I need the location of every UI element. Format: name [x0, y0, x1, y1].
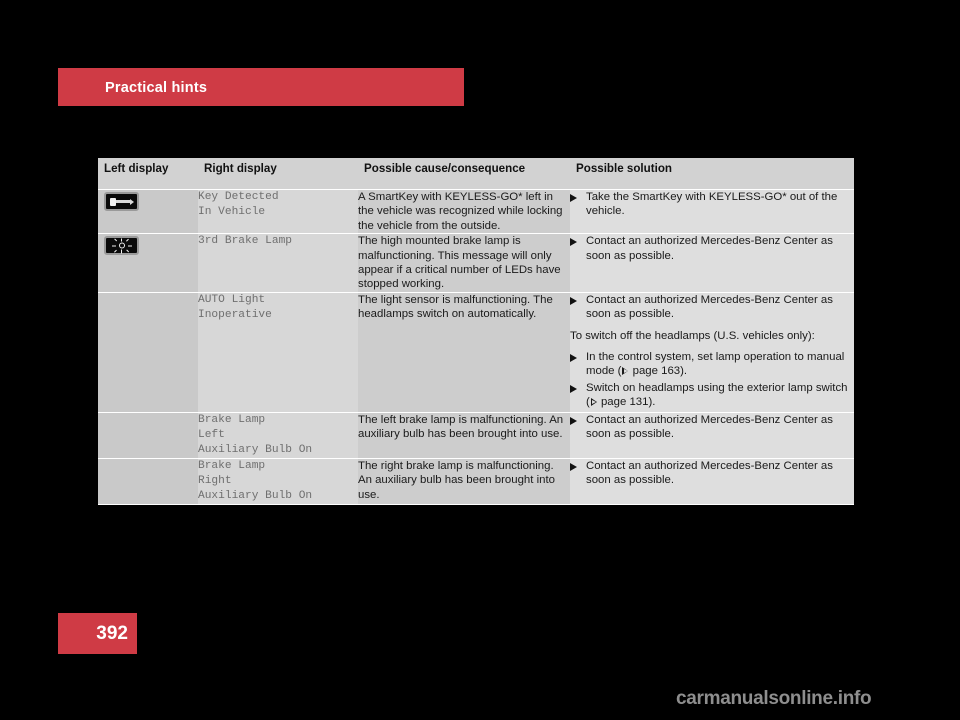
bullet-triangle-icon: [570, 413, 586, 425]
solution-text: Contact an authorized Mercedes-Benz Cent…: [586, 293, 833, 321]
cell-solution: Contact an authorized Mercedes-Benz Cent…: [570, 292, 854, 413]
solution-text: Take the SmartKey with KEYLESS-GO* out o…: [586, 191, 838, 218]
solution-bullet: In the control system, set lamp operatio…: [570, 350, 854, 379]
solution-text: In the control system, set lamp operatio…: [586, 350, 854, 379]
page-reference: page 163: [629, 365, 681, 378]
table-header-row: Left display Right display Possible caus…: [98, 158, 854, 190]
lamp-malfunction-icon: [104, 236, 139, 256]
key-in-vehicle-icon: [104, 192, 139, 211]
cell-left-display: [98, 292, 198, 413]
cell-right-display: Brake Lamp Left Auxiliary Bulb On: [198, 412, 358, 459]
cell-right-display: AUTO Light Inoperative: [198, 292, 358, 413]
bullet-triangle-icon: [570, 459, 586, 471]
cell-cause: The left brake lamp is malfunctioning. A…: [358, 412, 570, 459]
column-header-left-display: Left display: [98, 158, 198, 190]
display-message-text: 3rd Brake Lamp: [198, 235, 292, 248]
solution-text: Switch on headlamps using the exterior l…: [586, 381, 854, 410]
page-number: 392: [96, 622, 128, 644]
cell-solution: Contact an authorized Mercedes-Benz Cent…: [570, 458, 854, 505]
page-title: Practical hints: [105, 80, 208, 96]
watermark: carmanualsonline.info: [676, 688, 872, 709]
display-message-text: Brake Lamp Left Auxiliary Bulb On: [198, 413, 313, 456]
column-header-right-display: Right display: [198, 158, 358, 190]
table-row: AUTO Light Inoperative The light sensor …: [98, 292, 854, 413]
bullet-triangle-icon: [570, 293, 586, 305]
cell-solution: Contact an authorized Mercedes-Benz Cent…: [570, 233, 854, 293]
warning-messages-table-wrap: Left display Right display Possible caus…: [98, 158, 854, 505]
solution-bullet: Contact an authorized Mercedes-Benz Cent…: [570, 234, 854, 263]
solution-text: Contact an authorized Mercedes-Benz Cent…: [586, 413, 833, 441]
solution-bullet: Contact an authorized Mercedes-Benz Cent…: [570, 413, 854, 442]
bullet-triangle-icon: [570, 190, 586, 202]
table-row: 3rd Brake Lamp The high mounted brake la…: [98, 233, 854, 293]
table-row: Brake Lamp Right Auxiliary Bulb On The r…: [98, 458, 854, 505]
bullet-triangle-icon: [570, 234, 586, 247]
solution-text-after: ).: [648, 396, 656, 409]
cell-left-display: [98, 458, 198, 505]
solution-paragraph: To switch off the headlamps (U.S. vehicl…: [570, 329, 815, 342]
cell-cause: The light sensor is malfunctioning. The …: [358, 292, 570, 413]
cell-solution: Take the SmartKey with KEYLESS-GO* out o…: [570, 189, 854, 235]
solution-bullet: Contact an authorized Mercedes-Benz Cent…: [570, 459, 854, 488]
cell-right-display: Key Detected In Vehicle: [198, 189, 358, 235]
solution-bullet: Contact an authorized Mercedes-Benz Cent…: [570, 293, 854, 322]
cell-cause: A SmartKey with KEYLESS-GO* left in the …: [358, 189, 570, 235]
page-number-box: 392: [58, 613, 137, 654]
solution-bullet: Switch on headlamps using the exterior l…: [570, 381, 854, 410]
page-ref-triangle-icon: [622, 367, 629, 376]
cell-left-display: [98, 189, 198, 235]
display-message-text: Key Detected In Vehicle: [198, 191, 279, 218]
cell-solution: Contact an authorized Mercedes-Benz Cent…: [570, 412, 854, 459]
solution-text-after: ).: [680, 365, 688, 378]
solution-text: Contact an authorized Mercedes-Benz Cent…: [586, 459, 833, 487]
display-message-text: AUTO Light Inoperative: [198, 293, 272, 321]
page-ref-triangle-icon: [590, 398, 597, 407]
table-row: Brake Lamp Left Auxiliary Bulb On The le…: [98, 412, 854, 459]
cell-right-display: Brake Lamp Right Auxiliary Bulb On: [198, 458, 358, 505]
manual-page: Practical hints Left display Right displ…: [0, 0, 960, 720]
bullet-triangle-icon: [570, 350, 586, 363]
solution-text: Contact an authorized Mercedes-Benz Cent…: [586, 235, 833, 262]
table-row: Key Detected In Vehicle A SmartKey with …: [98, 189, 854, 235]
column-header-cause: Possible cause/consequence: [358, 158, 570, 190]
cell-right-display: 3rd Brake Lamp: [198, 233, 358, 293]
cell-cause: The high mounted brake lamp is malfuncti…: [358, 233, 570, 293]
solution-bullet: Take the SmartKey with KEYLESS-GO* out o…: [570, 190, 854, 219]
cell-left-display: [98, 233, 198, 293]
warning-messages-table: Left display Right display Possible caus…: [98, 158, 854, 505]
cell-cause: The right brake lamp is malfunctioning. …: [358, 458, 570, 505]
cell-left-display: [98, 412, 198, 459]
column-header-solution: Possible solution: [570, 158, 854, 190]
page-reference: page 131: [597, 396, 649, 409]
display-message-text: Brake Lamp Right Auxiliary Bulb On: [198, 459, 313, 502]
bullet-triangle-icon: [570, 381, 586, 393]
